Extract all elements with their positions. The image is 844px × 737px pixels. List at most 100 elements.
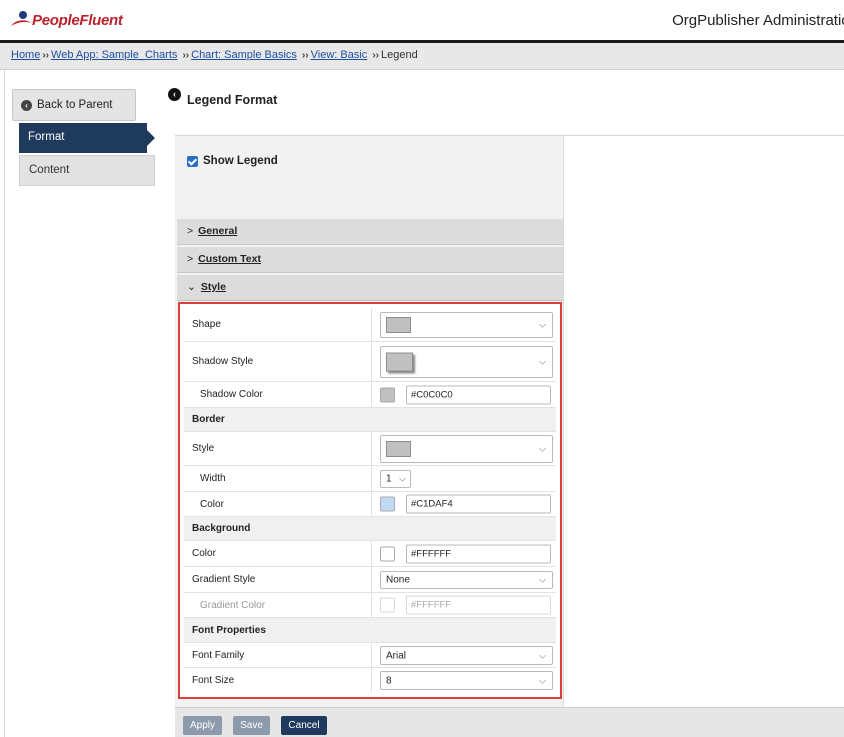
border-style-select[interactable]: ⌵ (380, 435, 553, 463)
background-section-heading: Background (192, 523, 251, 534)
gradient-color-value-cell: #FFFFFF (371, 593, 556, 617)
save-button[interactable]: Save (233, 716, 270, 735)
border-color-input[interactable]: #C1DAF4 (406, 494, 551, 514)
breadcrumb-chart[interactable]: Chart: Sample Basics (191, 49, 297, 61)
cancel-button[interactable]: Cancel (281, 716, 327, 735)
row-font-family: Font Family Arial ⌵ (184, 643, 556, 668)
border-color-value-cell: #C1DAF4 (371, 492, 556, 516)
row-font-size: Font Size 8 ⌵ (184, 668, 556, 693)
section-font-properties: Font Properties (184, 618, 556, 643)
font-size-value-cell: 8 ⌵ (371, 668, 556, 693)
breadcrumb-web-app[interactable]: Web App: Sample_Charts (51, 49, 177, 61)
shadow-shape-icon (386, 352, 413, 372)
chevron-right-icon: > (187, 253, 194, 265)
chevron-down-icon: ⌵ (399, 473, 406, 484)
bg-color-input[interactable]: #FFFFFF (406, 544, 551, 563)
breadcrumb-separator: ›› (42, 50, 50, 61)
accordion-custom-text[interactable]: > Custom Text (177, 247, 563, 273)
arrow-left-circle-icon: ‹ (21, 99, 32, 111)
shadow-color-label: Shadow Color (200, 389, 263, 400)
row-shape: Shape ⌵ (184, 308, 556, 342)
row-shadow-style: Shadow Style ⌵ (184, 342, 556, 382)
chevron-down-icon: ⌵ (539, 650, 546, 660)
bg-color-swatch[interactable] (380, 546, 395, 561)
breadcrumb-home[interactable]: Home (11, 49, 40, 61)
chevron-down-icon: ⌵ (539, 443, 546, 454)
row-gradient-color: Gradient Color #FFFFFF (184, 593, 556, 618)
chevron-down-icon: ⌄ (187, 281, 196, 293)
row-gradient-style: Gradient Style None ⌵ (184, 567, 556, 593)
row-shadow-color: Shadow Color #C0C0C0 (184, 382, 556, 408)
shadow-style-label: Shadow Style (192, 356, 254, 367)
rectangle-shape-icon (386, 317, 411, 333)
border-width-select[interactable]: 1 ⌵ (380, 470, 411, 488)
font-family-value: Arial (386, 650, 407, 661)
breadcrumb-separator: ›› (372, 50, 380, 61)
font-family-select[interactable]: Arial ⌵ (380, 646, 553, 665)
logo-text: PeopleFluent (32, 11, 123, 29)
section-background: Background (184, 517, 556, 541)
sidebar-item-format[interactable]: Format (19, 123, 147, 153)
gradient-style-select[interactable]: None ⌵ (380, 571, 553, 589)
page-title: Legend Format (187, 93, 278, 107)
chevron-down-icon: ⌵ (539, 675, 546, 685)
shape-value-cell: ⌵ (371, 308, 556, 341)
border-color-label: Color (200, 498, 224, 510)
back-to-parent-button[interactable]: ‹ Back to Parent (12, 89, 136, 121)
show-legend-checkbox[interactable] (187, 155, 198, 167)
gradient-style-value-cell: None ⌵ (371, 567, 556, 592)
font-family-label: Font Family (192, 649, 245, 661)
gradient-style-value: None (386, 574, 410, 586)
breadcrumb-view[interactable]: View: Basic (311, 49, 368, 61)
font-size-value: 8 (386, 675, 392, 686)
accordion-general[interactable]: > General (177, 219, 563, 245)
sidebar-divider (4, 70, 5, 737)
accordion-style-label: Style (200, 281, 226, 293)
border-color-swatch[interactable] (380, 496, 395, 512)
row-border-style: Style ⌵ (184, 432, 556, 466)
border-style-swatch-icon (386, 441, 411, 457)
collapse-panel-icon[interactable]: ‹ (168, 88, 181, 101)
border-width-value-cell: 1 ⌵ (371, 466, 556, 491)
shadow-color-swatch[interactable] (380, 387, 395, 402)
style-properties-table: Shape ⌵ Shadow Style ⌵ Shadow Color #C0C… (178, 302, 562, 699)
border-section-heading: Border (192, 414, 225, 425)
gradient-style-label: Gradient Style (192, 574, 256, 585)
shadow-color-input[interactable]: #C0C0C0 (406, 385, 551, 404)
row-border-width: Width 1 ⌵ (184, 466, 556, 492)
shape-select[interactable]: ⌵ (380, 312, 553, 338)
font-family-value-cell: Arial ⌵ (371, 643, 556, 667)
section-border: Border (184, 408, 556, 432)
shadow-style-value-cell: ⌵ (371, 342, 556, 381)
show-legend-toggle[interactable]: Show Legend (187, 155, 278, 167)
border-style-value-cell: ⌵ (371, 432, 556, 465)
brand-logo[interactable]: PeopleFluent (10, 9, 123, 31)
accordion-general-label: General (198, 225, 238, 237)
row-border-color: Color #C1DAF4 (184, 492, 556, 517)
border-style-label: Style (192, 443, 215, 454)
row-bg-color: Color #FFFFFF (184, 541, 556, 567)
gradient-color-swatch (380, 597, 395, 613)
accordion-custom-text-label: Custom Text (198, 253, 261, 265)
app-title: OrgPublisher Administration (672, 12, 844, 29)
shadow-style-select[interactable]: ⌵ (380, 346, 553, 378)
font-size-label: Font Size (192, 675, 235, 686)
font-size-select[interactable]: 8 ⌵ (380, 671, 553, 690)
breadcrumb-separator: ›› (182, 50, 190, 61)
breadcrumb: Home ›› Web App: Sample_Charts ›› Chart: Sa… (0, 43, 844, 70)
border-width-label: Width (200, 473, 226, 484)
shape-label: Shape (192, 319, 221, 330)
chevron-down-icon: ⌵ (539, 574, 546, 585)
shadow-color-value-cell: #C0C0C0 (371, 382, 556, 407)
accordion-style[interactable]: ⌄ Style (177, 275, 563, 301)
bg-color-value-cell: #FFFFFF (371, 541, 556, 566)
people-logo-icon (10, 10, 32, 30)
sidebar-item-content[interactable]: Content (19, 155, 155, 186)
border-width-value: 1 (386, 473, 392, 485)
show-legend-label: Show Legend (203, 155, 278, 167)
breadcrumb-separator: ›› (301, 50, 309, 61)
chevron-right-icon: > (187, 225, 194, 237)
bg-color-label: Color (192, 548, 216, 559)
apply-button[interactable]: Apply (183, 716, 222, 735)
chevron-down-icon: ⌵ (539, 319, 546, 330)
